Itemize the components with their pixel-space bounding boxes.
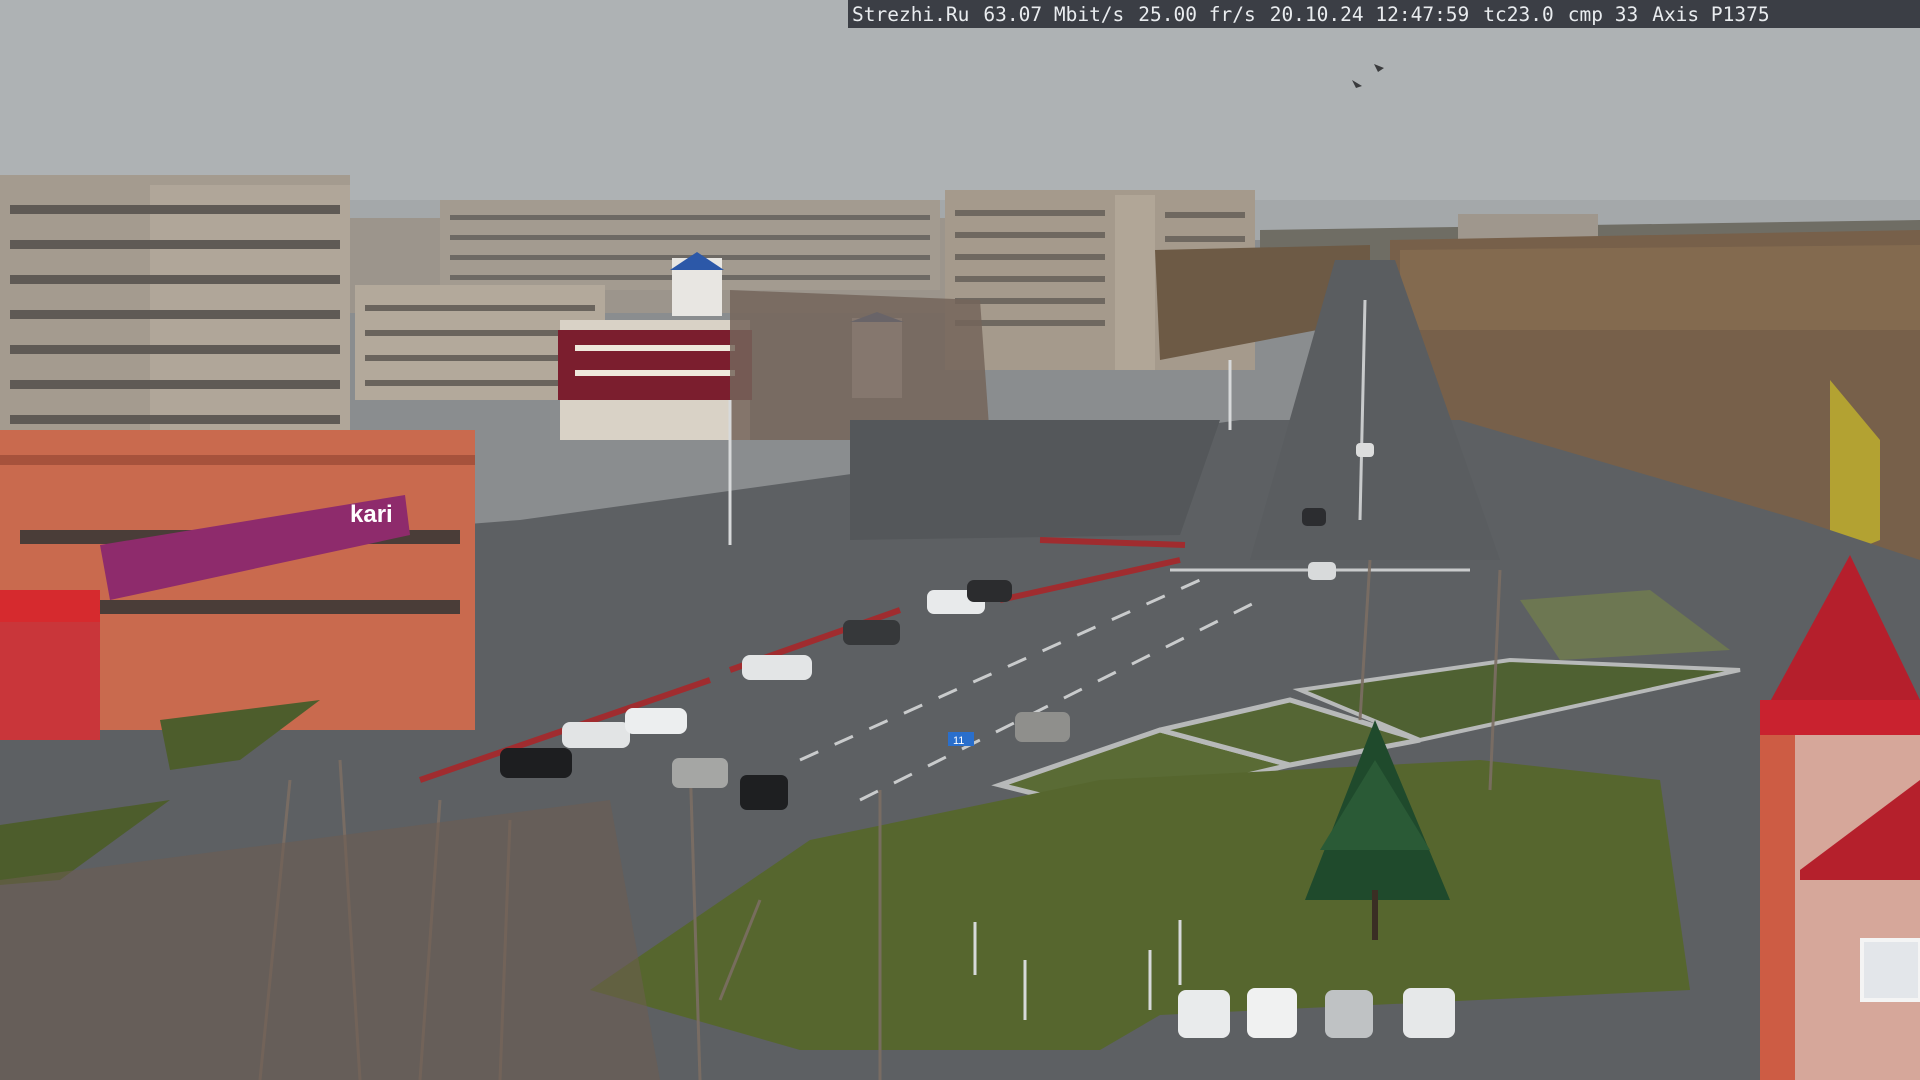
store-logo: kari — [350, 501, 393, 528]
route-sign-label: 11 — [953, 735, 964, 747]
osd-site: Strezhi.Ru — [852, 2, 970, 26]
osd-bitrate: 63.07 Mbit/s — [983, 2, 1125, 26]
osd-camera-model: Axis P1375 — [1652, 2, 1770, 26]
osd-temperature: tc23.0 — [1483, 2, 1554, 26]
webcam-scene: kari 11 — [0, 0, 1920, 1080]
camera-osd-bar: Strezhi.Ru 63.07 Mbit/s 25.00 fr/s 20.10… — [848, 0, 1920, 28]
store-building: kari — [0, 430, 475, 740]
route-sign: 11 — [948, 732, 974, 747]
osd-datetime: 20.10.24 12:47:59 — [1269, 2, 1470, 26]
osd-framerate: 25.00 fr/s — [1138, 2, 1256, 26]
osd-compression: cmp 33 — [1567, 2, 1639, 26]
